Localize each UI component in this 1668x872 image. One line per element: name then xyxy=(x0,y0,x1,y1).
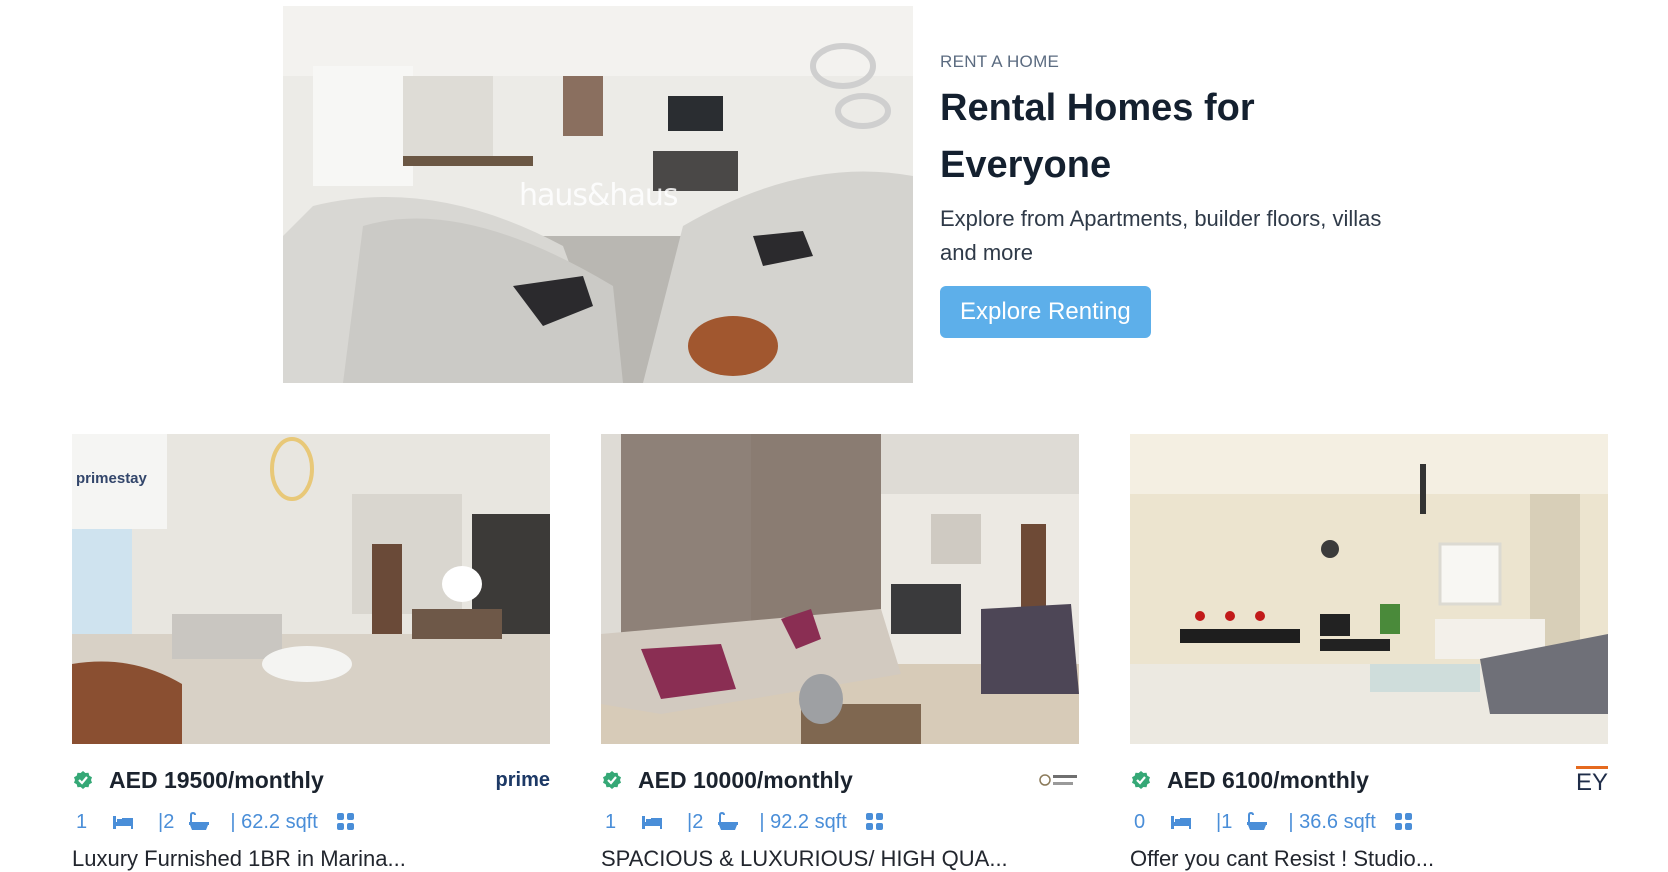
price-row: AED 19500/monthly prime xyxy=(72,766,550,794)
grid-icon xyxy=(1394,813,1412,830)
listing-title[interactable]: Offer you cant Resist ! Studio... xyxy=(1130,846,1608,872)
bedroom-count: 0 xyxy=(1134,810,1146,833)
bath-icon xyxy=(189,812,210,830)
area-value: | 36.6 sqft xyxy=(1288,810,1376,833)
listing-meta: 1 |2 | 92.2 sqft xyxy=(601,808,1079,836)
hero-title: Rental Homes for Everyone xyxy=(940,87,1255,186)
listing-meta: 0 |1 | 36.6 sqft xyxy=(1130,808,1608,836)
agency-logo: prime xyxy=(495,768,550,791)
area-value: | 92.2 sqft xyxy=(759,810,847,833)
listing-card[interactable]: AED 6100/monthly EY 0 |1 | 36.6 sqft Off… xyxy=(1130,434,1608,872)
hero-eyebrow: RENT A HOME xyxy=(940,52,1060,71)
bath-icon xyxy=(1247,812,1268,830)
agency-logo: EY xyxy=(1575,766,1608,797)
listing-meta: 1 |2 | 62.2 sqft xyxy=(72,808,550,836)
listing-price: AED 6100/monthly xyxy=(1167,766,1369,793)
bed-icon xyxy=(113,816,133,829)
listing-photo[interactable] xyxy=(601,434,1079,744)
bed-icon xyxy=(642,816,662,829)
bedroom-count: 1 xyxy=(76,810,88,833)
listing-title[interactable]: Luxury Furnished 1BR in Marina... xyxy=(72,846,550,872)
price-row: AED 6100/monthly EY xyxy=(1130,766,1608,797)
listing-price: AED 10000/monthly xyxy=(638,766,853,793)
verified-check-icon xyxy=(74,771,92,789)
listing-photo[interactable]: primestay xyxy=(72,434,550,744)
area-value: | 62.2 sqft xyxy=(230,810,318,833)
listing-price: AED 19500/monthly xyxy=(109,766,324,793)
agency-logo xyxy=(1039,766,1079,794)
hero-description: Explore from Apartments, builder floors,… xyxy=(940,206,1382,265)
hero-watermark: haus&haus xyxy=(519,178,678,213)
listing-title[interactable]: SPACIOUS & LUXURIOUS/ HIGH QUA... xyxy=(601,846,1079,872)
bedroom-count: 1 xyxy=(605,810,617,833)
bath-icon xyxy=(718,812,739,830)
agency-logo-icon xyxy=(1039,774,1077,786)
explore-renting-button[interactable]: Explore Renting xyxy=(940,286,1151,338)
bathroom-count: |1 xyxy=(1216,810,1233,833)
hero-text: RENT A HOME Rental Homes for Everyone Ex… xyxy=(940,52,1410,338)
listing-photo[interactable] xyxy=(1130,434,1608,744)
grid-icon xyxy=(336,813,354,830)
listing-card[interactable]: primestay AED 19500/monthly prime 1 |2 |… xyxy=(72,434,550,872)
hero-image: haus&haus xyxy=(283,6,913,383)
listing-card[interactable]: AED 10000/monthly 1 |2 | 92.2 sqft SPACI… xyxy=(601,434,1079,872)
primestay-watermark: primestay xyxy=(76,470,147,487)
bed-icon xyxy=(1171,816,1191,829)
verified-check-icon xyxy=(603,771,621,789)
price-row: AED 10000/monthly xyxy=(601,766,1079,794)
verified-check-icon xyxy=(1132,771,1150,789)
bathroom-count: |2 xyxy=(687,810,704,833)
bathroom-count: |2 xyxy=(158,810,175,833)
grid-icon xyxy=(865,813,883,830)
